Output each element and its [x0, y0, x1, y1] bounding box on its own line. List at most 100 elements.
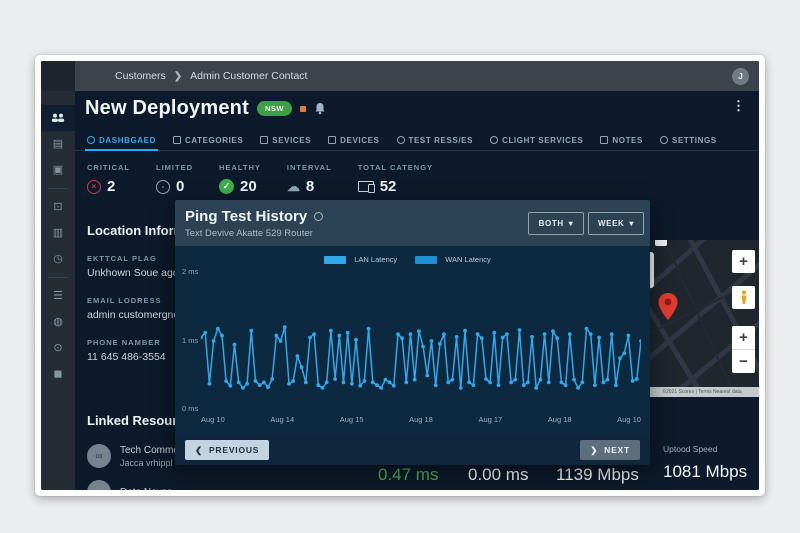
alert-dot — [300, 106, 306, 112]
y-axis-tick: 0 ms — [182, 404, 198, 413]
resource-avatar: ∞ — [87, 444, 111, 468]
previous-button[interactable]: ❮ PREVIOUS — [185, 440, 269, 460]
next-button[interactable]: ❯ NEXT — [580, 440, 640, 460]
zoom-in-button[interactable]: + — [732, 326, 755, 350]
settings-tab-icon — [660, 136, 668, 144]
map-zoom-control: + − — [732, 326, 755, 373]
pegman-icon — [739, 290, 749, 305]
sidebar-item-history[interactable]: ◷ — [41, 246, 75, 272]
sidebar-item-help[interactable]: ⊙ — [41, 335, 75, 361]
chart-legend: LAN Latency WAN Latency — [175, 255, 650, 264]
location-map[interactable]: + + − ©2021 Scores | Terms Nearest data — [645, 240, 759, 397]
chevron-down-icon: ▾ — [629, 219, 634, 228]
page-header: New Deployment NSW — [85, 97, 326, 120]
sidebar-item-archive[interactable]: ◼ — [41, 361, 75, 387]
devices-tab-icon — [328, 136, 336, 144]
tab-categories[interactable]: CATEGORIES — [173, 130, 243, 151]
tab-services[interactable]: SEVICES — [260, 130, 311, 151]
devices-icon: ▥ — [53, 228, 63, 239]
tab-test-results[interactable]: TEST RESS/ES — [397, 130, 474, 151]
time-range-dropdown[interactable]: WEEK ▾ — [588, 212, 644, 235]
sidebar-top-block — [41, 61, 75, 91]
critical-icon: × — [87, 180, 101, 194]
user-avatar[interactable]: J — [732, 68, 749, 85]
stat-total: TOTAL CATENGY 52 — [358, 163, 433, 195]
sidebar-item-documents[interactable]: ▤ — [41, 131, 75, 157]
sidebar-item-devices[interactable]: ▥ — [41, 220, 75, 246]
sliders-icon: ☰ — [53, 291, 63, 302]
latency-chart-svg — [201, 272, 641, 410]
x-axis-tick: Aug 10 — [617, 415, 641, 424]
notification-bell-icon[interactable] — [314, 102, 326, 115]
modal-header: Ping Test History Text Devive Akatte 529… — [175, 200, 650, 246]
tab-settings[interactable]: SETTINGS — [660, 130, 717, 151]
tab-notes[interactable]: NOTES — [600, 130, 643, 151]
ping-test-history-modal: Ping Test History Text Devive Akatte 529… — [175, 200, 650, 465]
stat-critical: CRITICAL ×2 — [87, 163, 130, 195]
breadcrumb-chevron-icon: ❯ — [174, 71, 182, 82]
link-icon: ∞ — [95, 487, 102, 491]
kebab-menu-icon[interactable]: ⋮ — [732, 103, 745, 110]
resource-avatar: ∞ — [87, 480, 111, 490]
x-axis-tick: Aug 10 — [201, 415, 225, 424]
sidebar-divider — [48, 188, 68, 189]
sidebar-item-settings[interactable]: ☰ — [41, 283, 75, 309]
app-window: Customers ❯ Admin Customer Contact J ▤ ▣… — [35, 55, 765, 496]
clock-icon: ◷ — [53, 254, 63, 265]
list-item[interactable]: ∞ Date Neves — [87, 480, 257, 490]
breadcrumb-customers[interactable]: Customers — [115, 70, 166, 82]
map-attribution: ©2021 Scores | Terms Nearest data — [645, 387, 759, 397]
x-axis-tick: Aug 17 — [478, 415, 502, 424]
sidebar-item-network[interactable]: ◍ — [41, 309, 75, 335]
status-badge: NSW — [257, 101, 292, 116]
map-add-button[interactable]: + — [732, 250, 755, 273]
lan-latency-swatch — [324, 256, 346, 264]
tab-devices[interactable]: DEVICES — [328, 130, 379, 151]
test-results-tab-icon — [397, 136, 405, 144]
client-services-tab-icon — [490, 136, 498, 144]
dashboard-tab-icon — [87, 136, 95, 144]
status-summary-row: CRITICAL ×2 LIMITED -0 HEALTHY ✓20 INTER… — [87, 163, 433, 195]
jitter-value: 0.00 ms — [468, 465, 528, 485]
chart-panel: LAN Latency WAN Latency 2 ms 1 ms 0 ms A… — [175, 246, 650, 435]
legend-label: LAN Latency — [354, 255, 397, 264]
image-icon: ⊡ — [53, 202, 62, 213]
app-surface: Customers ❯ Admin Customer Contact J ▤ ▣… — [41, 61, 759, 490]
modal-title: Ping Test History — [185, 208, 307, 225]
map-fullscreen-button[interactable] — [655, 240, 667, 246]
stat-healthy: HEALTHY ✓20 — [219, 163, 261, 195]
cloud-icon: ☁ — [287, 180, 300, 193]
download-speed-value: 1139 Mbps — [556, 465, 639, 485]
stat-interval: INTERVAL ☁8 — [287, 163, 332, 195]
chevron-left-icon: ❮ — [195, 445, 203, 456]
upload-speed-label: Uptood Speed — [663, 444, 717, 454]
x-axis-tick: Aug 18 — [409, 415, 433, 424]
upload-speed-value: 1081 Mbps — [663, 462, 747, 482]
street-view-pegman-button[interactable] — [732, 286, 755, 309]
sidebar: ▤ ▣ ⊡ ▥ ◷ ☰ ◍ ⊙ ◼ — [41, 91, 75, 490]
tab-dashboard[interactable]: DASHBGAED — [87, 130, 156, 151]
users-icon — [51, 113, 65, 123]
x-axis-tick: Aug 15 — [340, 415, 364, 424]
tab-client-services[interactable]: CLIGHT SERVICES — [490, 130, 583, 151]
y-axis-tick: 1 ms — [182, 336, 198, 345]
notes-tab-icon — [600, 136, 608, 144]
modal-footer: ❮ PREVIOUS ❯ NEXT — [175, 435, 650, 465]
latency-type-dropdown[interactable]: BOTH ▾ — [528, 212, 584, 235]
sidebar-item-customers[interactable] — [41, 105, 75, 131]
stat-limited: LIMITED -0 — [156, 163, 193, 195]
page-title: New Deployment — [85, 97, 249, 120]
y-axis-tick: 2 ms — [182, 267, 198, 276]
sidebar-item-packages[interactable]: ▣ — [41, 157, 75, 183]
sidebar-item-reports[interactable]: ⊡ — [41, 194, 75, 220]
categories-tab-icon — [173, 136, 181, 144]
x-axis-tick: Aug 18 — [548, 415, 572, 424]
help-icon: ⊙ — [53, 343, 62, 354]
x-axis-tick: Aug 14 — [270, 415, 294, 424]
legend-label: WAN Latency — [445, 255, 491, 264]
zoom-out-button[interactable]: − — [732, 350, 755, 373]
tab-bar: DASHBGAED CATEGORIES SEVICES DEVICES TES… — [75, 130, 759, 151]
document-icon: ▤ — [53, 139, 63, 150]
archive-icon: ◼ — [53, 369, 62, 380]
x-axis: Aug 10 Aug 14 Aug 15 Aug 18 Aug 17 Aug 1… — [201, 415, 641, 424]
